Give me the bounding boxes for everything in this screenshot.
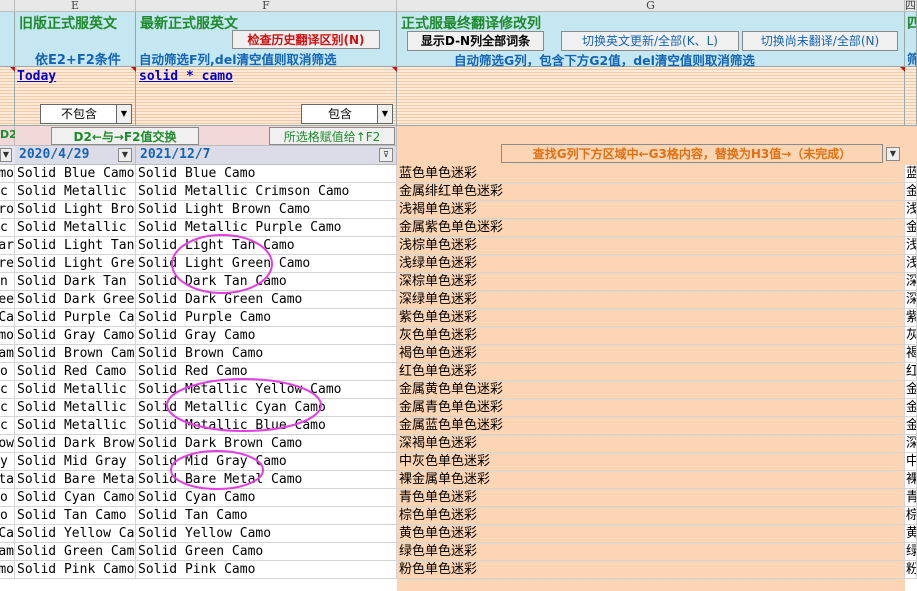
annotation-overlay [166,234,322,490]
annotation-circle-metallic-yellow-cyan [166,378,322,432]
annotation-circle-mid-gray [170,450,264,490]
annotation-circle-light-tan-green [171,234,273,294]
